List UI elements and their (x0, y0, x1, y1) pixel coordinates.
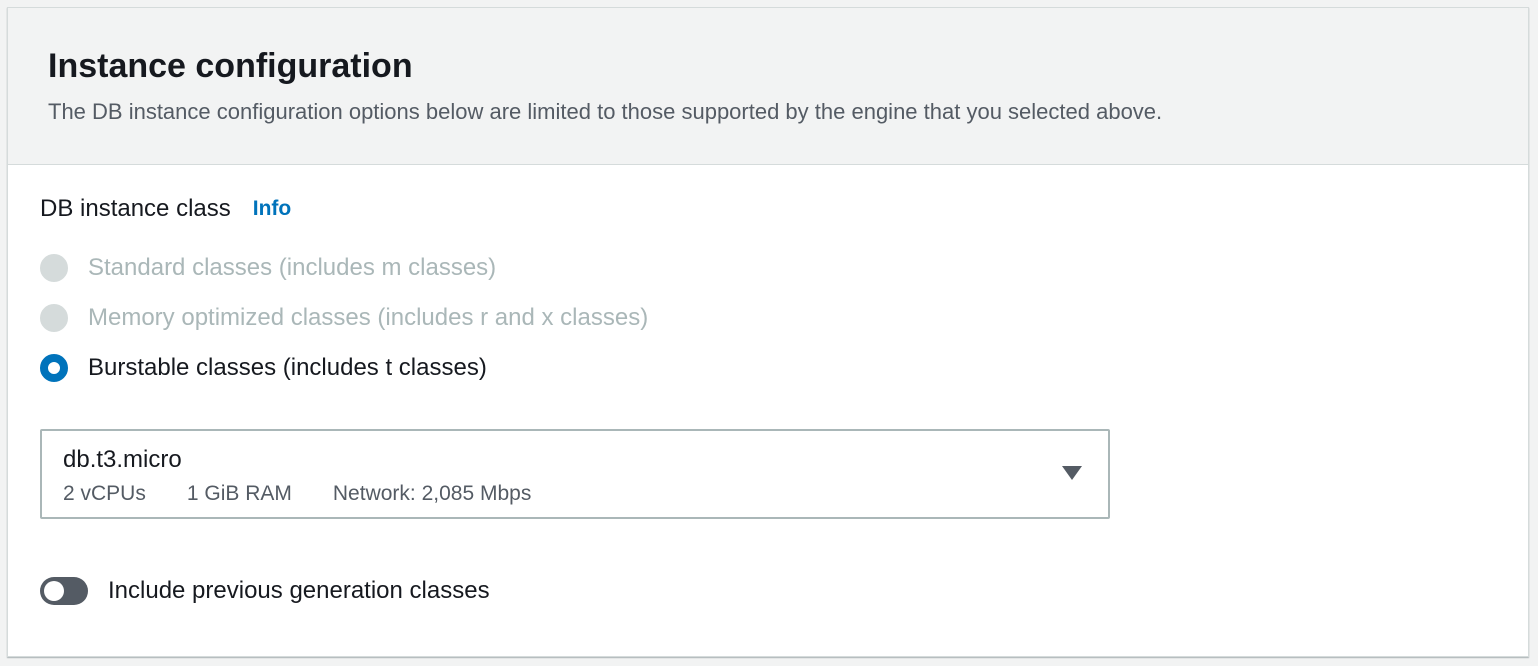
radio-memory-optimized-classes: Memory optimized classes (includes r and… (40, 301, 648, 335)
radio-label-standard: Standard classes (includes m classes) (88, 254, 497, 281)
vcpu-count: 2 vCPUs (63, 482, 146, 505)
caret-down-icon[interactable] (1062, 466, 1082, 480)
ram-size: 1 GiB RAM (186, 482, 292, 505)
section-title: Instance configuration (48, 47, 413, 85)
instance-class-select[interactable]: db.t3.micro 2 vCPUs 1 GiB RAM Network: 2… (40, 429, 1110, 519)
radio-burstable-classes[interactable]: Burstable classes (includes t classes) (40, 351, 487, 385)
info-link[interactable]: Info (253, 197, 291, 221)
section-description: The DB instance configuration options be… (48, 99, 1163, 124)
radio-standard-classes: Standard classes (includes m classes) (40, 251, 496, 285)
instance-class-specs: 2 vCPUs 1 GiB RAM Network: 2,085 Mbps (63, 481, 531, 507)
network-speed: Network: 2,085 Mbps (332, 482, 532, 505)
selected-instance-class: db.t3.micro (63, 446, 182, 473)
db-instance-class-label-row: DB instance class Info (40, 193, 291, 225)
previous-generation-toggle-row: Include previous generation classes (40, 574, 490, 608)
radio-button-memory-optimized (40, 304, 68, 332)
previous-generation-label[interactable]: Include previous generation classes (108, 577, 490, 605)
panel-header: Instance configuration The DB instance c… (8, 8, 1528, 165)
radio-button-burstable[interactable] (40, 354, 68, 382)
previous-generation-toggle[interactable] (40, 577, 88, 605)
radio-label-burstable[interactable]: Burstable classes (includes t classes) (88, 354, 487, 382)
toggle-knob (44, 581, 64, 601)
radio-label-memory-optimized: Memory optimized classes (includes r and… (88, 304, 649, 331)
db-instance-class-label: DB instance class (40, 195, 231, 222)
radio-button-standard (40, 254, 68, 282)
